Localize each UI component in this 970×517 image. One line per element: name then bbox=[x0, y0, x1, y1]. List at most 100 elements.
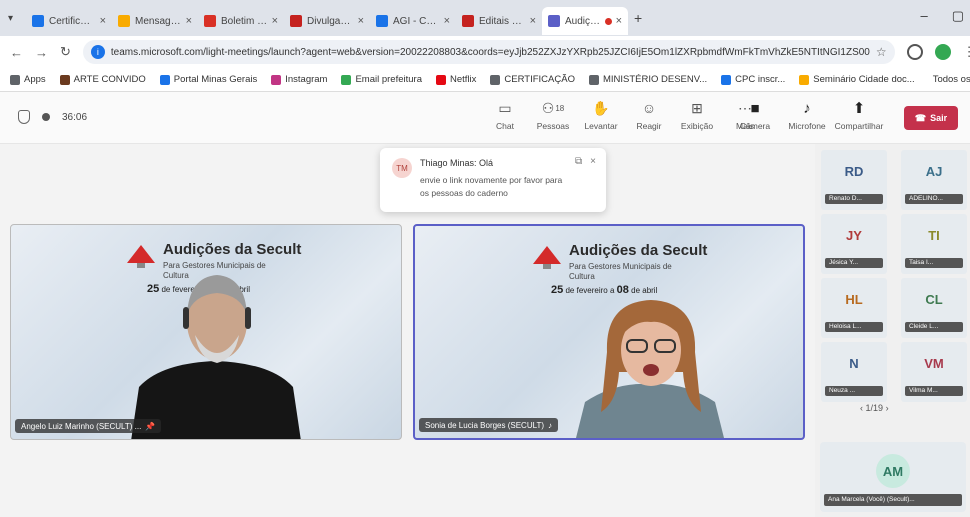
participant-tile[interactable]: N Neuza ... bbox=[821, 342, 887, 402]
tab-title: AGI - Calendário ... bbox=[393, 15, 440, 27]
meeting-timer: 36:06 bbox=[62, 111, 88, 123]
browser-tab[interactable]: Certificado Con... × bbox=[26, 7, 112, 35]
bookmark-favicon-icon bbox=[341, 74, 352, 85]
browser-tab[interactable]: Divulgação de Editai... × bbox=[284, 7, 370, 35]
participant-name-tag: Taisa I... bbox=[905, 258, 963, 268]
date-day: 25 bbox=[551, 284, 564, 296]
forward-icon[interactable]: → bbox=[35, 45, 48, 60]
tab-favicon-icon bbox=[376, 15, 388, 27]
toolbar-chat-button[interactable]: ▭ Chat bbox=[488, 98, 522, 132]
bookmark-favicon-icon bbox=[159, 74, 170, 85]
chrome-menu-icon[interactable]: ⋮ bbox=[963, 44, 970, 60]
participant-name-tag: Sonia de Lucia Borges (SECULT) ♪ bbox=[419, 418, 559, 432]
close-tab-icon[interactable]: × bbox=[186, 15, 192, 27]
close-tab-icon[interactable]: × bbox=[272, 15, 278, 27]
chat-notification[interactable]: TM Thiago Minas: Olá envie o link novame… bbox=[380, 148, 606, 212]
maximize-icon[interactable]: ▢ bbox=[952, 8, 964, 24]
mic-active-icon: ♪ bbox=[548, 420, 553, 430]
participant-tile[interactable]: HL Heloisa L... bbox=[821, 278, 887, 338]
video-tile-active-speaker[interactable]: Audições da Secult Para Gestores Municip… bbox=[413, 224, 805, 440]
participant-tile[interactable]: JY Jésica Y... bbox=[821, 214, 887, 274]
close-tab-icon[interactable]: × bbox=[100, 15, 106, 27]
tab-favicon-icon bbox=[548, 15, 560, 27]
browser-tab[interactable]: Boletim e Avaliaçã... × bbox=[198, 7, 284, 35]
tool-label: Câmera bbox=[739, 121, 771, 131]
video-tile[interactable]: Audições da Secult Para Gestores Municip… bbox=[10, 224, 402, 440]
bookmark-item[interactable]: Instagram bbox=[271, 74, 327, 85]
tool-label: Levantar bbox=[584, 121, 618, 131]
close-tab-icon[interactable]: × bbox=[358, 15, 364, 27]
meeting-stage: TM Thiago Minas: Olá envie o link novame… bbox=[0, 144, 815, 517]
browser-tab[interactable]: Editais de seleção ... × bbox=[456, 7, 542, 35]
bookmark-label: Email prefeitura bbox=[355, 74, 422, 85]
prev-page-icon[interactable]: ‹ bbox=[860, 403, 863, 413]
reply-icon[interactable]: ⧉ bbox=[575, 156, 582, 167]
participant-tile[interactable]: CL Cleide L... bbox=[901, 278, 967, 338]
participant-name-tag: Neuza ... bbox=[825, 386, 883, 396]
participant-tile[interactable]: AJ ADELINO... bbox=[901, 150, 967, 210]
gallery-pager[interactable]: ‹ 1/19 › bbox=[860, 403, 889, 413]
close-tab-icon[interactable]: × bbox=[530, 15, 536, 27]
browser-tab-active[interactable]: Audições Secult × bbox=[542, 7, 628, 35]
tool-label: Reagir bbox=[636, 121, 662, 131]
browser-tab[interactable]: Mensagens Recor... × bbox=[112, 7, 198, 35]
participant-tile[interactable]: TI Taisa I... bbox=[901, 214, 967, 274]
pin-icon[interactable]: 📌 bbox=[145, 422, 155, 431]
back-icon[interactable]: ← bbox=[10, 45, 23, 60]
close-icon[interactable]: × bbox=[590, 156, 596, 167]
participant-name: Angelo Luiz Marinho (SECULT) ... bbox=[21, 421, 142, 431]
toolbar-share-button[interactable]: ⬆ Compartilhar bbox=[835, 98, 884, 131]
extension-icon[interactable] bbox=[906, 44, 923, 60]
bookmark-item[interactable]: Seminário Cidade doc... bbox=[799, 74, 915, 85]
bookmarks-bar: Apps ARTE CONVIDO Portal Minas Gerais Insta… bbox=[0, 68, 970, 92]
toolbar-people-button[interactable]: ⚇ 18 Pessoas bbox=[536, 98, 570, 132]
bookmark-item[interactable]: CPC inscr... bbox=[721, 74, 785, 85]
new-tab-button[interactable]: + bbox=[634, 10, 642, 26]
bookmark-item[interactable]: Netflix bbox=[436, 74, 476, 85]
participant-tile[interactable]: RD Renato D... bbox=[821, 150, 887, 210]
bookmark-item[interactable]: Email prefeitura bbox=[341, 74, 422, 85]
minimize-icon[interactable]: – bbox=[920, 8, 927, 24]
secult-logo bbox=[533, 246, 561, 269]
url-text[interactable]: teams.microsoft.com/light-meetings/launc… bbox=[111, 47, 870, 58]
tab-title: Certificado Con... bbox=[49, 15, 96, 27]
all-bookmarks[interactable]: Todos os favoritos bbox=[929, 74, 970, 85]
toolbar-microphone-button[interactable]: ♪ Microfone bbox=[788, 98, 825, 132]
self-video-tile[interactable]: AM Ana Marcela (Você) (Secult)... bbox=[820, 442, 966, 512]
tab-search-icon[interactable]: ▾ bbox=[8, 13, 26, 24]
meeting-toolbar: 36:06 ▭ Chat ⚇ 18 Pessoas ✋ Levantar ☺ Reagir ⊞ Ex… bbox=[0, 92, 970, 144]
leave-button[interactable]: ☎ Sair bbox=[904, 106, 958, 130]
next-page-icon[interactable]: › bbox=[886, 403, 889, 413]
bookmark-item[interactable]: CERTIFICAÇÃO bbox=[490, 74, 575, 85]
address-bar[interactable]: i teams.microsoft.com/light-meetings/lau… bbox=[82, 40, 895, 64]
bookmark-item[interactable]: Portal Minas Gerais bbox=[159, 74, 257, 85]
browser-tab[interactable]: AGI - Calendário ... × bbox=[370, 7, 456, 35]
chat-icon: ▭ bbox=[498, 99, 512, 116]
site-info-icon[interactable]: i bbox=[90, 45, 105, 59]
bookmark-label: Apps bbox=[24, 74, 46, 85]
toolbar-view-button[interactable]: ⊞ Exibição bbox=[680, 98, 714, 132]
profile-avatar[interactable] bbox=[934, 44, 951, 60]
bookmark-item[interactable]: Apps bbox=[10, 74, 46, 85]
participant-name-tag: Renato D... bbox=[825, 194, 883, 204]
participant-initials: VM bbox=[924, 356, 944, 371]
close-tab-icon[interactable]: × bbox=[616, 15, 622, 27]
toolbar-raise-hand-button[interactable]: ✋ Levantar bbox=[584, 98, 618, 132]
tab-title: Audições Secult bbox=[565, 15, 602, 27]
participant-tile[interactable]: VM Vilma M... bbox=[901, 342, 967, 402]
participant-initials: TI bbox=[928, 228, 940, 243]
close-tab-icon[interactable]: × bbox=[444, 15, 450, 27]
slide-title: Audições da Secult bbox=[163, 241, 302, 258]
browser-tab-strip: ▾ Certificado Con... × Mensagens Recor... ×… bbox=[0, 0, 970, 36]
bookmark-favicon-icon bbox=[588, 74, 599, 85]
bookmark-star-icon[interactable]: ☆ bbox=[876, 45, 887, 59]
tab-title: Boletim e Avaliaçã... bbox=[221, 15, 268, 27]
bookmark-item[interactable]: ARTE CONVIDO bbox=[59, 74, 146, 85]
bookmark-item[interactable]: MINISTÉRIO DESENV... bbox=[588, 74, 707, 85]
toolbar-camera-button[interactable]: ■ Câmera bbox=[738, 98, 772, 132]
camera-icon: ■ bbox=[750, 99, 760, 117]
page-indicator: 1/19 bbox=[865, 403, 884, 413]
toolbar-react-button[interactable]: ☺ Reagir bbox=[632, 98, 666, 131]
reload-icon[interactable]: ↻ bbox=[60, 44, 71, 60]
sender-name: Thiago Minas: Olá bbox=[420, 158, 494, 168]
